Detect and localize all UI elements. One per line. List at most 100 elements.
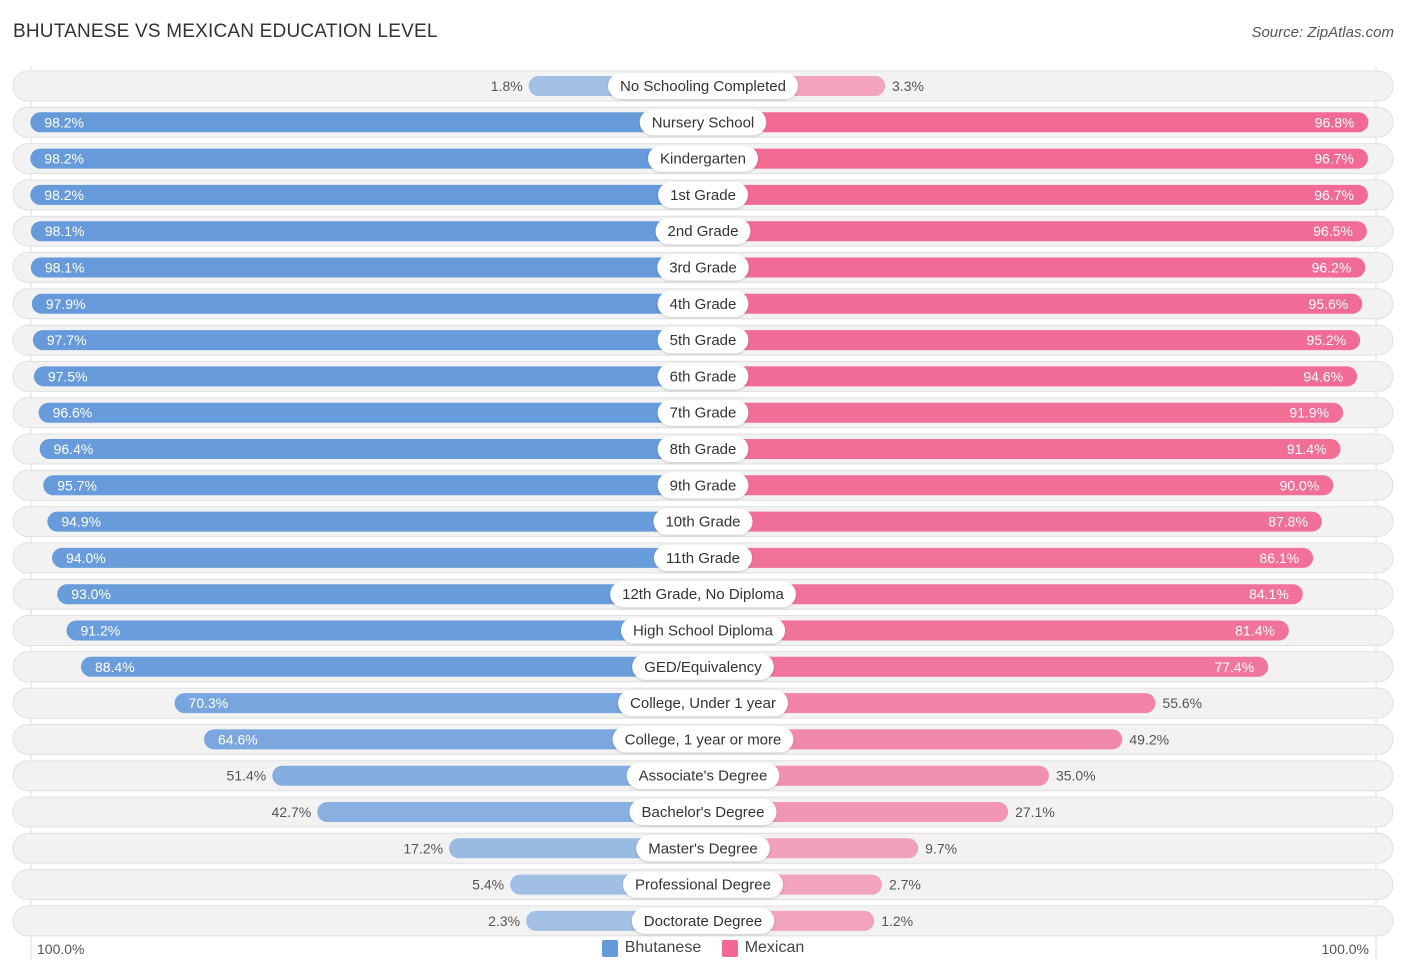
value-label-bhutanese: 98.2%: [44, 187, 84, 203]
value-label-bhutanese: 97.5%: [48, 368, 88, 384]
legend-swatch-bhutanese: [601, 939, 618, 957]
bar-mexican: [703, 366, 1358, 387]
category-label: 4th Grade: [670, 296, 737, 313]
value-label-mexican: 96.2%: [1312, 260, 1352, 276]
bar-row: 5th Grade 97.7% 95.2%: [12, 324, 1394, 356]
value-label-bhutanese: 93.0%: [71, 586, 111, 602]
value-label-bhutanese: 91.2%: [80, 623, 120, 639]
category-label: 3rd Grade: [669, 260, 737, 277]
value-label-mexican: 95.2%: [1306, 332, 1346, 348]
legend-item-mexican[interactable]: Mexican: [721, 939, 804, 957]
bar-bhutanese: [39, 439, 703, 459]
bar-row: 11th Grade 94.0% 86.1%: [12, 542, 1394, 574]
bar-row: 12th Grade, No Diploma 93.0% 84.1%: [12, 578, 1394, 610]
category-label: Bachelor's Degree: [642, 804, 765, 821]
bar-row: Nursery School 98.2% 96.8%: [12, 106, 1394, 138]
value-label-bhutanese: 98.2%: [44, 114, 84, 130]
category-label: Associate's Degree: [639, 768, 768, 785]
bar-bhutanese: [30, 148, 703, 169]
bar-mexican: [703, 257, 1366, 278]
value-label-bhutanese: 88.4%: [95, 659, 135, 675]
bar-mexican: [703, 511, 1322, 532]
bar-mexican: [703, 112, 1369, 133]
bar-mexican: [703, 656, 1269, 677]
bar-row: 9th Grade 95.7% 90.0%: [12, 469, 1394, 501]
category-label: 12th Grade, No Diploma: [622, 586, 784, 603]
bar-row: No Schooling Completed 1.8% 3.3%: [12, 70, 1394, 102]
value-label-mexican: 49.2%: [1129, 731, 1169, 747]
bar-row: Kindergarten 98.2% 96.7%: [12, 143, 1394, 175]
bar-bhutanese: [30, 184, 703, 205]
value-label-mexican: 96.7%: [1314, 151, 1354, 167]
chart-svg: No Schooling Completed 1.8% 3.3% Nursery Sc…: [12, 66, 1394, 960]
category-label: Professional Degree: [635, 877, 771, 894]
value-label-mexican: 1.2%: [881, 913, 913, 929]
value-label-bhutanese: 94.9%: [61, 514, 101, 530]
value-label-mexican: 35.0%: [1056, 768, 1096, 784]
bar-row: 4th Grade 97.9% 95.6%: [12, 288, 1394, 320]
bar-row: Bachelor's Degree 42.7% 27.1%: [12, 796, 1394, 828]
bar-bhutanese: [57, 584, 703, 605]
category-label: 11th Grade: [666, 550, 740, 567]
legend-swatch-mexican: [721, 939, 738, 957]
bar-row: 2nd Grade 98.1% 96.5%: [12, 215, 1394, 247]
legend-item-bhutanese[interactable]: Bhutanese: [601, 939, 702, 957]
category-label: Kindergarten: [660, 151, 746, 168]
category-label: 7th Grade: [670, 405, 737, 422]
value-label-bhutanese: 97.9%: [46, 296, 86, 312]
category-label: 2nd Grade: [668, 223, 739, 240]
bar-bhutanese: [31, 293, 704, 314]
value-label-bhutanese: 51.4%: [227, 768, 267, 784]
category-label: College, Under 1 year: [630, 695, 776, 712]
value-label-bhutanese: 98.2%: [44, 151, 84, 167]
bar-mexican: [703, 330, 1361, 351]
bar-bhutanese: [30, 257, 704, 278]
bar-row: 3rd Grade 98.1% 96.2%: [12, 252, 1394, 283]
bar-row: Doctorate Degree 2.3% 1.2%: [12, 905, 1394, 937]
category-label: High School Diploma: [633, 623, 774, 640]
value-label-bhutanese: 98.1%: [45, 223, 85, 239]
legend-label-bhutanese: Bhutanese: [624, 939, 702, 956]
bar-mexican: [703, 475, 1334, 496]
bar-mexican: [703, 293, 1363, 314]
category-label: No Schooling Completed: [620, 78, 786, 95]
bar-bhutanese: [32, 330, 704, 351]
bar-bhutanese: [52, 547, 703, 568]
value-label-bhutanese: 94.0%: [66, 550, 106, 566]
value-label-bhutanese: 5.4%: [472, 877, 504, 893]
category-label: 9th Grade: [670, 477, 737, 494]
category-label: 1st Grade: [670, 187, 736, 204]
bar-bhutanese: [47, 511, 703, 532]
category-label: College, 1 year or more: [625, 731, 782, 748]
bar-bhutanese: [38, 402, 703, 423]
category-label: 6th Grade: [670, 368, 737, 385]
bar-row: 1st Grade 98.2% 96.7%: [12, 179, 1394, 211]
bar-bhutanese: [30, 221, 704, 242]
category-label: GED/Equivalency: [644, 659, 762, 676]
value-label-mexican: 27.1%: [1015, 804, 1055, 820]
value-label-bhutanese: 97.7%: [47, 332, 87, 348]
value-label-mexican: 77.4%: [1214, 659, 1254, 675]
category-label: 8th Grade: [670, 441, 737, 458]
bar-mexican: [703, 547, 1314, 568]
bar-row: Associate's Degree 51.4% 35.0%: [12, 760, 1394, 792]
value-label-bhutanese: 98.1%: [45, 260, 85, 276]
value-label-mexican: 87.8%: [1268, 514, 1308, 530]
value-label-mexican: 90.0%: [1280, 477, 1320, 493]
bar-bhutanese: [80, 656, 704, 677]
value-label-mexican: 95.6%: [1309, 296, 1349, 312]
bar-bhutanese: [66, 620, 704, 641]
bar-bhutanese: [30, 112, 703, 133]
value-label-mexican: 91.4%: [1287, 441, 1327, 457]
bar-mexican: [703, 221, 1367, 242]
value-label-mexican: 3.3%: [892, 78, 924, 94]
value-label-bhutanese: 2.3%: [488, 913, 520, 929]
value-label-mexican: 84.1%: [1249, 586, 1289, 602]
bar-bhutanese: [43, 475, 703, 496]
value-label-bhutanese: 96.4%: [54, 441, 94, 457]
value-label-mexican: 86.1%: [1259, 550, 1299, 566]
value-label-mexican: 9.7%: [925, 840, 957, 856]
value-label-mexican: 81.4%: [1235, 623, 1275, 639]
bar-row: GED/Equivalency 88.4% 77.4%: [12, 651, 1394, 683]
value-label-bhutanese: 95.7%: [57, 477, 97, 493]
